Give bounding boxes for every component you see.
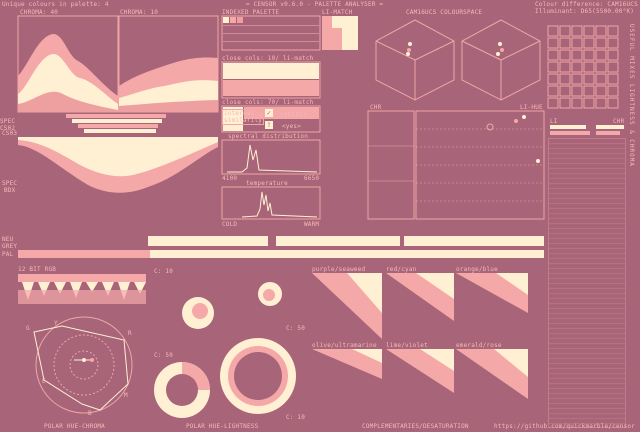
close-cols-2-label: close cols: 70/ li-match <box>222 99 314 106</box>
colour-difference-label: Colour difference: CAM16UCS <box>535 1 638 8</box>
cyclic-label: cyclic? <box>280 111 307 118</box>
chroma10-plot <box>118 15 219 113</box>
li-bar-1 <box>550 125 586 129</box>
orange-blue-label: orange/blue <box>456 266 498 273</box>
polar-r: R <box>128 330 132 337</box>
spec-bar-4 <box>84 129 156 133</box>
temperature-plot <box>221 186 321 220</box>
spec-label: SPEC <box>2 180 18 187</box>
li-hue-label: LI-HUE <box>520 104 543 111</box>
mixes-grid <box>547 25 619 109</box>
unique-colours-label: Unique colours in palette: 4 <box>2 1 109 8</box>
li-match-label: LI-MATCH <box>322 9 353 16</box>
spec-bdx-plot <box>18 137 218 193</box>
c10-b-label: C: 10 <box>286 414 306 421</box>
spec-bar-1 <box>66 114 166 118</box>
polar-hue-lightness-label: POLAR HUE-LIGHTNESS <box>186 423 259 430</box>
github-link[interactable]: https://github.com/quickmarble/censor <box>494 423 635 430</box>
spectral-distribution-plot <box>221 139 321 175</box>
internal-similarity-label: internal similarity <box>224 110 263 124</box>
spectral-distribution-label: spectral distribution <box>228 133 309 140</box>
chr-right-label: CHR <box>613 118 625 125</box>
olive-ultramarine-label: olive/ultramarine <box>312 342 377 349</box>
complementaries-label: COMPLEMENTARIES/DESATURATION <box>362 423 469 430</box>
polar-hue-lightness-c10 <box>182 297 214 329</box>
spectral-max: 6650 <box>304 175 320 182</box>
olive-ultramarine-plot <box>312 349 382 379</box>
polar-hue-lightness-c50b <box>154 362 210 418</box>
warning-indicator: ! <box>265 121 273 129</box>
neu-label: NEU <box>2 236 14 243</box>
purple-seaweed-plot <box>312 273 382 339</box>
cam16ucs-cube-left <box>375 19 455 101</box>
li-bar-2 <box>550 131 590 135</box>
pal-label: PAL <box>2 251 14 258</box>
neutral-strip-3 <box>404 236 544 246</box>
polar-e: E <box>42 378 46 385</box>
side-vertical-label: USEFUL MIXES LIGHTNESS & CHROMA <box>628 24 635 167</box>
c50-a-label: C: 50 <box>286 325 306 332</box>
cyclic-checkbox[interactable]: ✓ <box>265 109 273 117</box>
bit-rgb-label: 12 BIT RGB <box>18 266 57 273</box>
c10-a-label: C: 10 <box>154 268 174 275</box>
orange-blue-plot <box>456 273 528 313</box>
lime-violet-label: lime/violet <box>386 342 428 349</box>
warning-icon: ! <box>266 121 272 129</box>
neutral-strip-2 <box>276 236 400 246</box>
chr-label: CHR <box>370 104 382 111</box>
cyclic-value: <yes> <box>282 123 302 130</box>
check-icon: ✓ <box>266 109 272 117</box>
red-cyan-plot <box>386 273 454 321</box>
polar-m: M <box>124 392 128 399</box>
spec-bar-2 <box>72 119 162 123</box>
close-cols-1-label: close cols: 10/ li-match <box>222 55 314 62</box>
chroma10-label: CHROMA: 10 <box>120 9 159 16</box>
polar-hue-chroma-plot <box>33 316 133 414</box>
polar-y: Y <box>54 320 58 327</box>
temperature-label: temperature <box>246 180 288 187</box>
close-cols-1-grid <box>221 61 321 99</box>
palette-strip-cream <box>150 250 544 258</box>
li-label: LI <box>550 118 558 125</box>
spectral-min: 4100 <box>222 175 238 182</box>
neutral-strip-1 <box>148 236 268 246</box>
temperature-cold: COLD <box>222 221 238 228</box>
grey-label: GREY <box>2 243 18 250</box>
spec-bar-3 <box>78 124 158 128</box>
polar-hue-lightness-c10b <box>220 338 296 414</box>
emerald-rose-label: emerald/rose <box>456 342 502 349</box>
polar-hue-lightness-c50a <box>258 282 282 306</box>
li-match-plot <box>322 16 358 50</box>
emerald-rose-plot <box>456 349 528 399</box>
li-hue-plot <box>415 110 545 220</box>
lime-violet-plot <box>386 349 454 393</box>
purple-seaweed-label: purple/seaweed <box>312 266 366 273</box>
c50-b-label: C: 50 <box>154 352 174 359</box>
chr-bar-1 <box>596 125 624 129</box>
chr-plot <box>367 110 415 220</box>
chroma40-plot <box>17 15 119 113</box>
chr-bar-2 <box>596 131 620 135</box>
cam16ucs-cube-right <box>461 19 541 101</box>
indexed-palette-grid <box>221 15 321 51</box>
red-cyan-label: red/cyan <box>386 266 417 273</box>
indexed-palette-label: INDEXED PALETTE <box>222 9 280 16</box>
app-title: = CENSOR v0.6.0 - PALETTE ANALYSER = <box>246 1 384 8</box>
chroma40-label: CHROMA: 40 <box>20 9 59 16</box>
lightness-chroma-table <box>548 138 626 428</box>
temperature-warm: WARM <box>304 221 320 228</box>
polar-b: B <box>88 410 92 417</box>
polar-g: G <box>26 325 30 332</box>
cam16ucs-label: CAM16UCS COLOURSPACE <box>406 9 483 16</box>
illuminant-label: Illuminant: D65(5500.00°K) <box>535 8 635 15</box>
spec-cs03-label: CS03 <box>2 130 18 137</box>
spec-bdx-label: BDX <box>4 187 16 194</box>
polar-hue-chroma-label: POLAR HUE-CHROMA <box>44 423 105 430</box>
bit-rgb-plot <box>18 274 146 304</box>
